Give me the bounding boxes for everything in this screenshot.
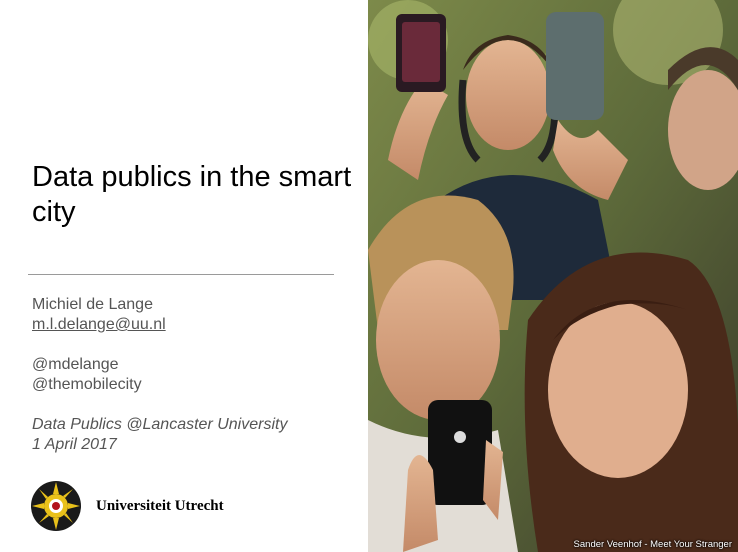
divider (28, 274, 334, 275)
university-logo: Universiteit Utrecht (30, 480, 224, 532)
photo-caption: Sander Veenhof - Meet Your Stranger (573, 539, 732, 550)
university-name: Universiteit Utrecht (96, 497, 224, 514)
university-seal-icon (31, 481, 81, 531)
event-date: 1 April 2017 (32, 436, 117, 453)
crowd-photo: Sander Veenhof - Meet Your Stranger (368, 0, 738, 552)
twitter-handle-personal: @mdelange (32, 356, 119, 373)
author-info: Michiel de Lange m.l.delange@uu.nl @mdel… (32, 295, 352, 455)
author-email-link[interactable]: m.l.delange@uu.nl (32, 315, 352, 335)
slide-title: Data publics in the smart city (32, 161, 352, 228)
photo-illustration (368, 0, 738, 552)
twitter-handle-project: @themobilecity (32, 376, 142, 393)
event-name: Data Publics @Lancaster University (32, 416, 288, 433)
slide-text-panel: Data publics in the smart city Michiel d… (0, 0, 368, 552)
author-name: Michiel de Lange (32, 296, 153, 313)
